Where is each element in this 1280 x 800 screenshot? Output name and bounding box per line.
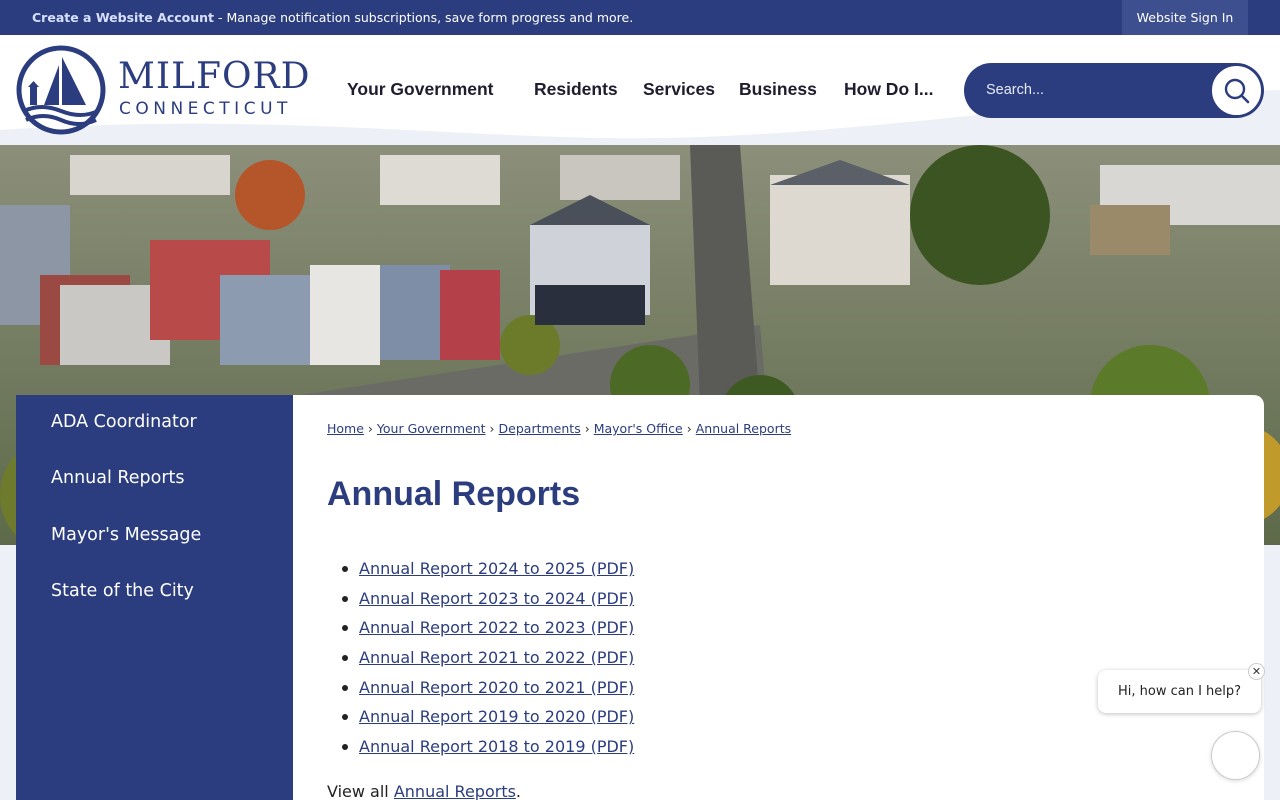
nav-how-do-i[interactable]: How Do I... — [844, 79, 933, 100]
logo-city-name: MILFORD — [118, 56, 311, 97]
report-link-2023-2024[interactable]: Annual Report 2023 to 2024 (PDF) — [359, 589, 634, 608]
nav-residents[interactable]: Residents — [534, 79, 618, 100]
breadcrumb-departments[interactable]: Departments — [499, 421, 581, 436]
list-item: Annual Report 2021 to 2022 (PDF) — [327, 646, 634, 676]
nav-services[interactable]: Services — [643, 79, 715, 100]
view-all-prefix: View all — [327, 782, 394, 800]
nav-business[interactable]: Business — [739, 79, 817, 100]
report-link-2021-2022[interactable]: Annual Report 2021 to 2022 (PDF) — [359, 648, 634, 667]
report-link-2018-2019[interactable]: Annual Report 2018 to 2019 (PDF) — [359, 737, 634, 756]
breadcrumb-separator: › — [489, 421, 495, 436]
report-link-2019-2020[interactable]: Annual Report 2019 to 2020 (PDF) — [359, 707, 634, 726]
breadcrumb-mayors-office[interactable]: Mayor's Office — [594, 421, 683, 436]
create-account-link[interactable]: Create a Website Account — [32, 10, 214, 25]
site-header: MILFORD CONNECTICUT Your Government Resi… — [0, 35, 1280, 145]
sidebar-item-state-of-the-city[interactable]: State of the City — [51, 581, 194, 601]
top-utility-bar: Create a Website Account - Manage notifi… — [0, 0, 1280, 35]
sailboat-lighthouse-logo-icon — [16, 45, 106, 135]
logo-state-name: CONNECTICUT — [119, 99, 292, 119]
report-link-2022-2023[interactable]: Annual Report 2022 to 2023 (PDF) — [359, 618, 634, 637]
chat-close-icon[interactable]: ✕ — [1248, 663, 1265, 680]
sidebar-nav: ADA Coordinator Annual Reports Mayor's M… — [16, 395, 293, 800]
search-button[interactable] — [1210, 64, 1263, 117]
chat-greeting-bubble[interactable]: Hi, how can I help? — [1098, 670, 1261, 713]
annual-reports-list: Annual Report 2024 to 2025 (PDF) Annual … — [327, 557, 634, 765]
page-title: Annual Reports — [327, 475, 581, 513]
list-item: Annual Report 2023 to 2024 (PDF) — [327, 587, 634, 617]
breadcrumb-separator: › — [584, 421, 590, 436]
list-item: Annual Report 2020 to 2021 (PDF) — [327, 676, 634, 706]
main-content: Home › Your Government › Departments › Mayor's… — [293, 395, 1264, 800]
breadcrumb-separator: › — [367, 421, 373, 436]
nav-your-government[interactable]: Your Government — [347, 79, 494, 100]
breadcrumb-your-government[interactable]: Your Government — [377, 421, 486, 436]
search-input[interactable] — [986, 79, 1176, 101]
account-description: - Manage notification subscriptions, sav… — [214, 10, 634, 25]
chat-launcher-button[interactable] — [1211, 731, 1260, 780]
sidebar-item-mayors-message[interactable]: Mayor's Message — [51, 525, 201, 545]
view-all-annual-reports-link[interactable]: Annual Reports — [394, 782, 516, 800]
list-item: Annual Report 2022 to 2023 (PDF) — [327, 616, 634, 646]
breadcrumb-annual-reports[interactable]: Annual Reports — [696, 421, 791, 436]
list-item: Annual Report 2018 to 2019 (PDF) — [327, 735, 634, 765]
view-all-text: View all Annual Reports. — [327, 782, 521, 800]
account-message: Create a Website Account - Manage notifi… — [32, 10, 633, 25]
report-link-2024-2025[interactable]: Annual Report 2024 to 2025 (PDF) — [359, 559, 634, 578]
search-icon — [1224, 78, 1249, 103]
view-all-suffix: . — [515, 782, 522, 800]
website-sign-in-button[interactable]: Website Sign In — [1122, 0, 1248, 35]
report-link-2020-2021[interactable]: Annual Report 2020 to 2021 (PDF) — [359, 678, 634, 697]
breadcrumb-separator: › — [686, 421, 692, 436]
list-item: Annual Report 2019 to 2020 (PDF) — [327, 705, 634, 735]
breadcrumb: Home › Your Government › Departments › Mayor's… — [327, 421, 791, 436]
sidebar-item-ada-coordinator[interactable]: ADA Coordinator — [51, 412, 197, 432]
site-logo[interactable]: MILFORD CONNECTICUT — [16, 45, 316, 135]
sidebar-item-annual-reports[interactable]: Annual Reports — [51, 468, 185, 488]
list-item: Annual Report 2024 to 2025 (PDF) — [327, 557, 634, 587]
breadcrumb-home[interactable]: Home — [327, 421, 364, 436]
